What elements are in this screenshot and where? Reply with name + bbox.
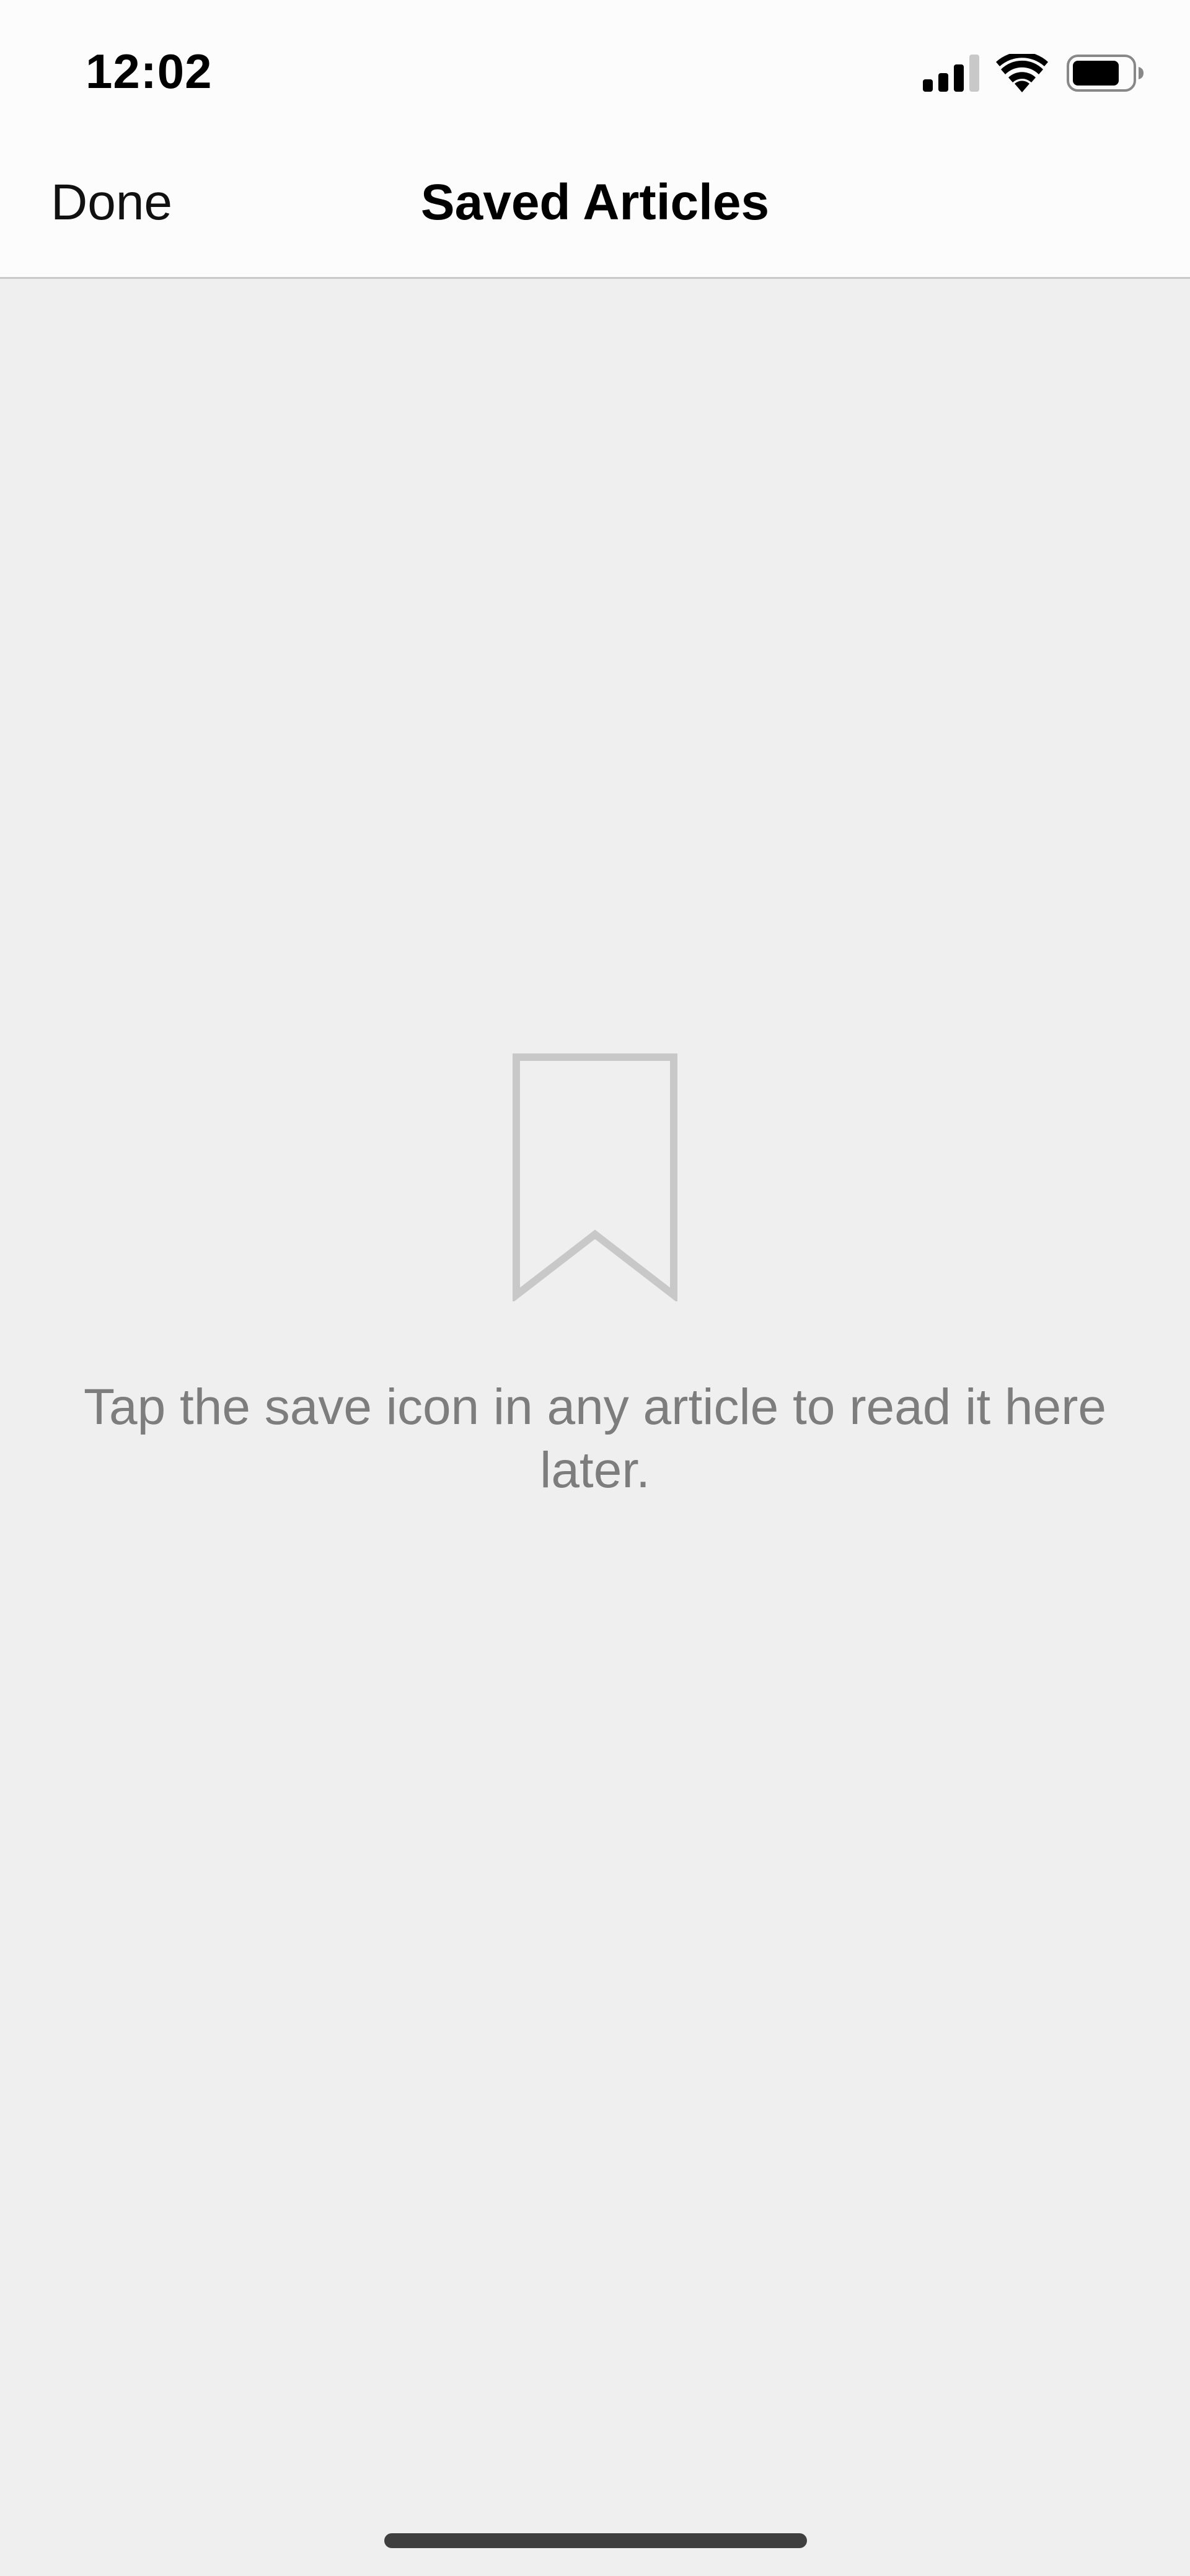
bookmark-icon — [513, 1053, 677, 1301]
navigation-bar: Done Saved Articles — [0, 143, 1190, 279]
status-icons — [923, 53, 1144, 93]
battery-icon — [1067, 55, 1144, 92]
wifi-icon — [996, 54, 1048, 92]
home-indicator[interactable] — [384, 2533, 807, 2548]
page-title: Saved Articles — [420, 174, 770, 231]
empty-state-message: Tap the save icon in any article to read… — [83, 1379, 1107, 1498]
empty-state: Tap the save icon in any article to read… — [0, 1053, 1190, 1502]
status-bar: 12:02 — [0, 0, 1190, 143]
saved-articles-screen: 12:02 Done Saved Articles Tap the save i… — [0, 0, 1190, 2576]
status-time: 12:02 — [86, 44, 213, 99]
cellular-signal-icon — [923, 55, 979, 92]
